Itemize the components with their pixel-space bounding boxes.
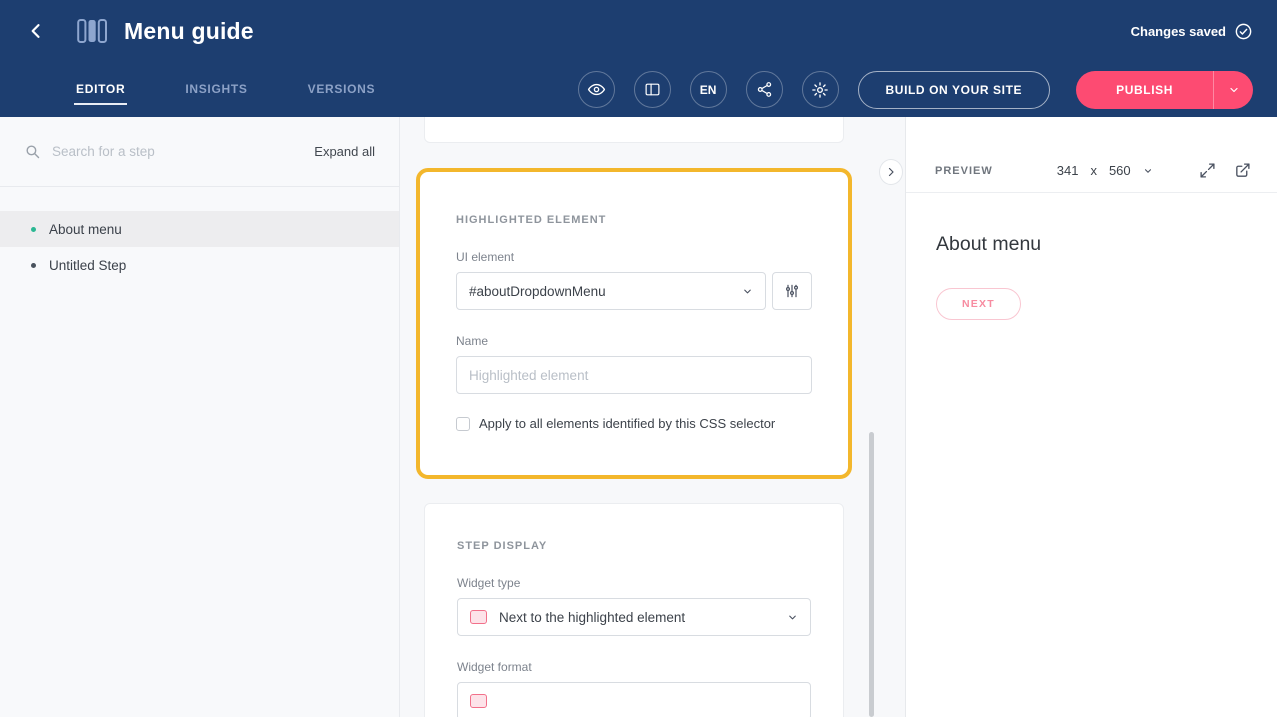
step-search-row: Expand all [0, 117, 399, 187]
chevron-down-icon [787, 612, 798, 623]
widget-type-value: Next to the highlighted element [499, 610, 685, 625]
chevron-right-icon [885, 166, 897, 178]
share-button[interactable] [746, 71, 783, 108]
preview-size-separator: x [1090, 163, 1097, 178]
app-logo-icon [77, 18, 107, 44]
previous-card-fragment [424, 117, 844, 143]
ui-element-value: #aboutDropdownMenu [469, 284, 606, 299]
steps-sidebar: Expand all About menu Untitled Step [0, 117, 400, 717]
ui-element-select[interactable]: #aboutDropdownMenu [456, 272, 766, 310]
settings-button[interactable] [802, 71, 839, 108]
widget-type-icon [470, 610, 487, 624]
preview-content: About menu NEXT [906, 193, 1277, 360]
check-circle-icon [1234, 22, 1253, 41]
eye-icon [587, 80, 606, 99]
apply-to-all-checkbox-row[interactable]: Apply to all elements identified by this… [456, 416, 812, 431]
chevron-down-icon [1228, 84, 1240, 96]
sliders-icon [784, 283, 800, 299]
step-item-about-menu[interactable]: About menu [0, 211, 399, 247]
changes-saved-label: Changes saved [1131, 24, 1226, 39]
step-display-card: STEP DISPLAY Widget type Next to the hig… [424, 503, 844, 717]
open-in-new-window-button[interactable] [1234, 162, 1251, 179]
layout-button[interactable] [634, 71, 671, 108]
section-title: STEP DISPLAY [457, 540, 811, 552]
widget-type-select[interactable]: Next to the highlighted element [457, 598, 811, 636]
step-item-untitled-step[interactable]: Untitled Step [0, 247, 399, 283]
chevron-down-icon [1143, 166, 1153, 176]
preview-width: 341 [1057, 163, 1079, 178]
element-picker-settings-button[interactable] [772, 272, 812, 310]
app-header: Menu guide Changes saved EDITOR INSIGHTS… [0, 0, 1277, 117]
step-status-dot [31, 227, 36, 232]
language-button[interactable]: EN [690, 71, 727, 108]
collapse-panel-button[interactable] [879, 159, 903, 185]
step-list: About menu Untitled Step [0, 211, 399, 283]
changes-saved-status: Changes saved [1131, 22, 1253, 41]
editor-tabs: EDITOR INSIGHTS VERSIONS [74, 62, 377, 117]
section-title: HIGHLIGHTED ELEMENT [456, 214, 812, 226]
preview-step-title: About menu [936, 233, 1247, 256]
preview-title: PREVIEW [935, 165, 993, 177]
back-button[interactable] [24, 19, 48, 43]
step-editor-panel: HIGHLIGHTED ELEMENT UI element #aboutDro… [400, 117, 905, 717]
widget-format-label: Widget format [457, 660, 811, 674]
search-input[interactable] [52, 144, 303, 159]
name-label: Name [456, 334, 812, 348]
preview-fullscreen-button[interactable] [1199, 162, 1216, 179]
preview-eye-button[interactable] [578, 71, 615, 108]
language-label: EN [700, 83, 717, 97]
editor-scrollbar[interactable] [869, 432, 874, 717]
ui-element-label: UI element [456, 250, 812, 264]
preview-size-dropdown[interactable]: 341 x 560 [1057, 163, 1153, 178]
widget-format-icon [470, 694, 487, 708]
widget-format-select[interactable] [457, 682, 811, 717]
search-icon [24, 143, 41, 160]
publish-button-group: PUBLISH [1076, 71, 1253, 109]
share-icon [756, 81, 773, 98]
highlighted-element-name-input[interactable] [456, 356, 812, 394]
apply-to-all-checkbox[interactable] [456, 417, 470, 431]
preview-next-button[interactable]: NEXT [936, 288, 1021, 320]
expand-icon [1199, 162, 1216, 179]
preview-panel: PREVIEW 341 x 560 About menu NEXT [905, 117, 1277, 717]
external-link-icon [1234, 162, 1251, 179]
step-item-label: Untitled Step [49, 258, 126, 273]
build-on-your-site-button[interactable]: BUILD ON YOUR SITE [858, 71, 1051, 109]
publish-button[interactable]: PUBLISH [1076, 71, 1213, 109]
page-title: Menu guide [124, 18, 254, 45]
gear-icon [811, 81, 829, 99]
tab-editor[interactable]: EDITOR [74, 74, 127, 105]
step-status-dot [31, 263, 36, 268]
preview-header: PREVIEW 341 x 560 [906, 149, 1277, 193]
layout-icon [644, 81, 661, 98]
tab-versions[interactable]: VERSIONS [306, 74, 378, 105]
preview-height: 560 [1109, 163, 1131, 178]
apply-to-all-label: Apply to all elements identified by this… [479, 416, 775, 431]
chevron-down-icon [742, 286, 753, 297]
publish-dropdown-button[interactable] [1213, 71, 1253, 109]
expand-all-button[interactable]: Expand all [314, 144, 375, 159]
widget-type-label: Widget type [457, 576, 811, 590]
highlighted-element-card: HIGHLIGHTED ELEMENT UI element #aboutDro… [416, 168, 852, 479]
tab-insights[interactable]: INSIGHTS [183, 74, 249, 105]
chevron-left-icon [26, 21, 46, 41]
step-item-label: About menu [49, 222, 122, 237]
